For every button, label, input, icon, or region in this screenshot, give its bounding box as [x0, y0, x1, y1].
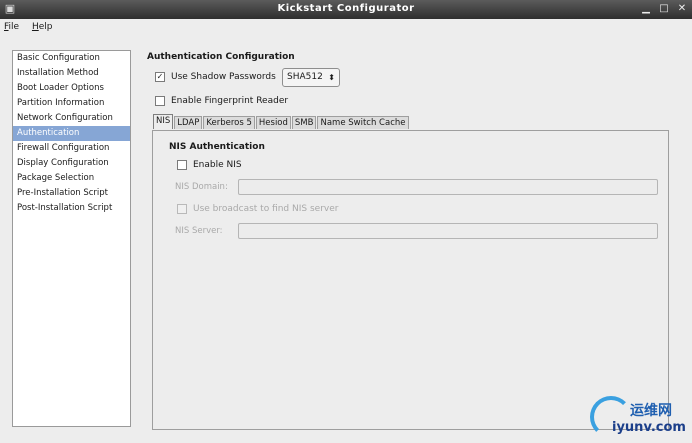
checkbox-icon — [177, 160, 187, 170]
hash-algorithm-select[interactable]: SHA512 ⬍ — [282, 68, 340, 87]
menu-file[interactable]: File — [4, 19, 19, 35]
sidebar: Basic Configuration Installation Method … — [12, 50, 131, 427]
enable-nis-label: Enable NIS — [193, 160, 242, 170]
watermark-url: iyunv.com — [612, 420, 686, 435]
nis-authentication-title: NIS Authentication — [169, 142, 265, 152]
updown-arrow-icon: ⬍ — [328, 73, 335, 82]
shadow-passwords-label: Use Shadow Passwords — [171, 72, 276, 82]
window-controls: ▁ □ ✕ — [640, 3, 688, 15]
main-panel: Authentication Configuration ✓ Use Shado… — [146, 46, 676, 431]
broadcast-checkbox[interactable]: Use broadcast to find NIS server — [177, 204, 338, 214]
sidebar-item-firewall-configuration[interactable]: Firewall Configuration — [13, 141, 130, 156]
tab-nis[interactable]: NIS — [153, 114, 174, 129]
sidebar-item-post-installation-script[interactable]: Post-Installation Script — [13, 201, 130, 216]
sidebar-item-pre-installation-script[interactable]: Pre-Installation Script — [13, 186, 130, 201]
shadow-passwords-checkbox[interactable]: ✓ Use Shadow Passwords — [155, 72, 276, 82]
sidebar-item-package-selection[interactable]: Package Selection — [13, 171, 130, 186]
sidebar-item-installation-method[interactable]: Installation Method — [13, 66, 130, 81]
watermark-text: 运维网 — [630, 403, 672, 419]
fingerprint-reader-label: Enable Fingerprint Reader — [171, 96, 289, 106]
broadcast-label: Use broadcast to find NIS server — [193, 204, 339, 214]
maximize-icon[interactable]: □ — [658, 3, 670, 15]
tab-ldap[interactable]: LDAP — [174, 116, 203, 129]
nis-domain-field[interactable] — [238, 179, 658, 195]
auth-tabs: NIS LDAP Kerberos 5 Hesiod SMB Name Swit… — [153, 114, 410, 130]
menu-help[interactable]: Help — [32, 19, 53, 35]
sidebar-item-boot-loader-options[interactable]: Boot Loader Options — [13, 81, 130, 96]
section-title: Authentication Configuration — [147, 52, 295, 62]
close-icon[interactable]: ✕ — [676, 3, 688, 15]
sidebar-item-display-configuration[interactable]: Display Configuration — [13, 156, 130, 171]
menu-bar: File Help — [0, 19, 692, 35]
watermark-logo: 运维网 iyunv.com — [590, 392, 690, 440]
hash-algorithm-value: SHA512 — [287, 72, 323, 82]
sidebar-item-basic-configuration[interactable]: Basic Configuration — [13, 51, 130, 66]
sidebar-item-authentication[interactable]: Authentication — [13, 126, 130, 141]
nis-domain-label: NIS Domain: — [175, 182, 228, 192]
nis-panel: NIS Authentication Enable NIS NIS Domain… — [152, 130, 669, 430]
tab-hesiod[interactable]: Hesiod — [255, 116, 291, 129]
nis-server-field[interactable] — [238, 223, 658, 239]
tab-kerberos-5[interactable]: Kerberos 5 — [203, 116, 255, 129]
checkbox-icon — [177, 204, 187, 214]
tab-smb[interactable]: SMB — [291, 116, 317, 129]
checkbox-icon — [155, 96, 165, 106]
sidebar-item-network-configuration[interactable]: Network Configuration — [13, 111, 130, 126]
minimize-icon[interactable]: ▁ — [640, 3, 652, 15]
title-bar: ▣ Kickstart Configurator ▁ □ ✕ — [0, 0, 692, 19]
check-icon: ✓ — [155, 72, 165, 82]
nis-server-label: NIS Server: — [175, 226, 223, 236]
sidebar-item-partition-information[interactable]: Partition Information — [13, 96, 130, 111]
tab-name-switch-cache[interactable]: Name Switch Cache — [317, 116, 409, 129]
enable-nis-checkbox[interactable]: Enable NIS — [177, 160, 242, 170]
window-title: Kickstart Configurator — [277, 3, 415, 14]
fingerprint-reader-checkbox[interactable]: Enable Fingerprint Reader — [155, 96, 288, 106]
